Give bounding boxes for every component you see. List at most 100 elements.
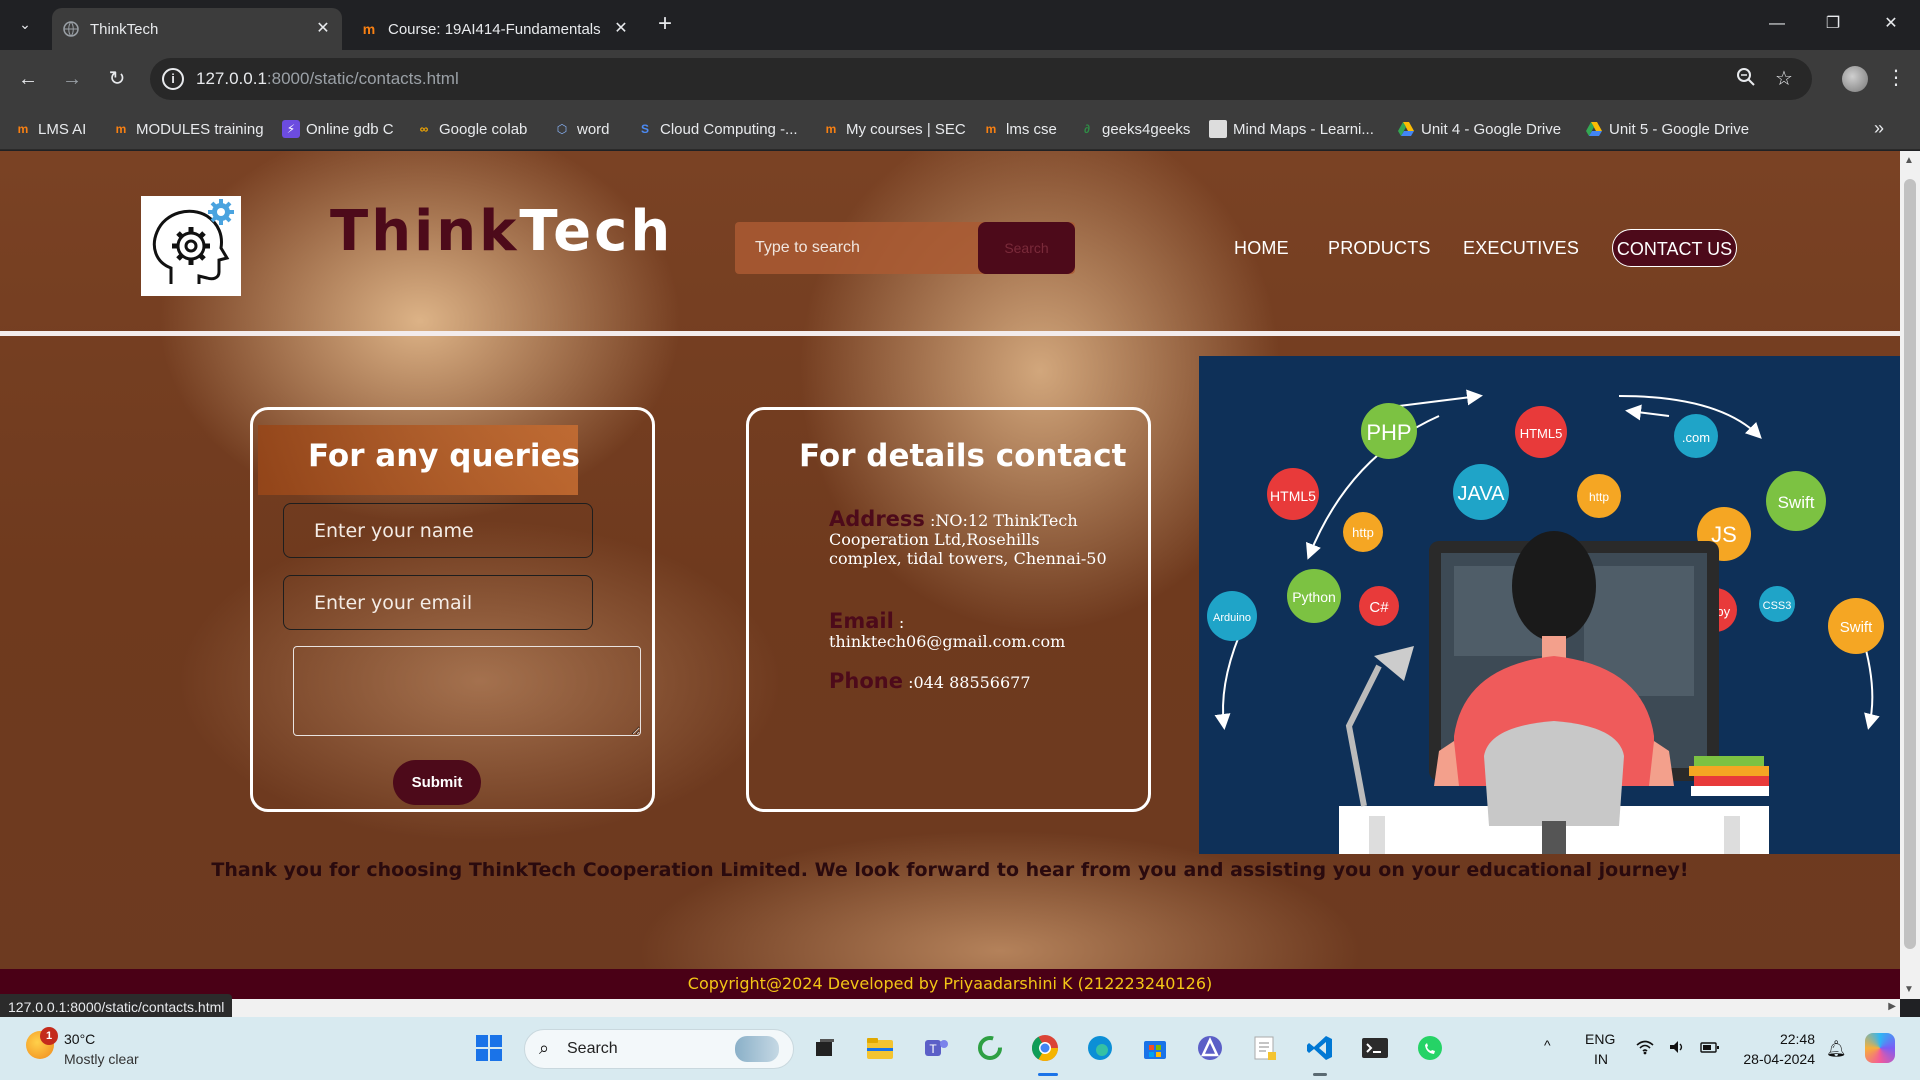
bookmark-my-courses[interactable]: m My courses | SEC xyxy=(822,118,966,140)
edge-icon[interactable] xyxy=(1083,1031,1117,1065)
name-field[interactable] xyxy=(283,503,593,558)
bookmark-lms-ai[interactable]: m LMS AI xyxy=(14,118,87,140)
language-code[interactable]: ENG xyxy=(1585,1031,1615,1047)
vertical-scrollbar[interactable]: ▲ ▼ xyxy=(1900,151,1920,999)
file-explorer-icon[interactable] xyxy=(863,1031,897,1065)
message-field[interactable] xyxy=(293,646,641,736)
tab-title: ThinkTech xyxy=(90,20,159,38)
bolt-icon: ⚡ xyxy=(282,120,300,138)
brand-title: ThinkTech xyxy=(330,199,674,264)
battery-icon[interactable] xyxy=(1700,1039,1720,1060)
weather-description[interactable]: Mostly clear xyxy=(64,1051,139,1067)
new-tab-icon[interactable]: + xyxy=(652,11,678,37)
browser-toolbar: ← → ↻ i 127.0.0.1:8000/static/contacts.h… xyxy=(0,50,1920,108)
tray-overflow-chevron-icon[interactable]: ^ xyxy=(1544,1037,1551,1053)
bookmark-word[interactable]: ⬡ word xyxy=(553,118,610,140)
restore-icon[interactable]: ❐ xyxy=(1818,10,1848,38)
wifi-icon[interactable] xyxy=(1636,1039,1654,1060)
nav-contact-us[interactable]: CONTACT US xyxy=(1612,229,1737,267)
header-divider xyxy=(0,331,1900,336)
bookmark-cloud[interactable]: S Cloud Computing -... xyxy=(636,118,798,140)
notification-bell-icon[interactable]: 🔔︎ xyxy=(1826,1039,1846,1059)
gfg-icon: ∂ xyxy=(1084,122,1090,136)
minimize-icon[interactable]: — xyxy=(1762,10,1792,38)
terminal-icon[interactable] xyxy=(1358,1031,1392,1065)
vscode-active-indicator xyxy=(1313,1073,1327,1076)
svg-text:T: T xyxy=(929,1042,937,1056)
address-bar[interactable]: i 127.0.0.1:8000/static/contacts.html ☆ xyxy=(150,58,1812,100)
moodle-icon: m xyxy=(362,21,376,37)
clock-time[interactable]: 22:48 xyxy=(1775,1031,1815,1047)
address-detail: Address :NO:12 ThinkTech Cooperation Ltd… xyxy=(829,507,1109,569)
phone-value: :044 88556677 xyxy=(908,673,1031,692)
more-bookmarks-icon[interactable]: » xyxy=(1874,118,1884,139)
tab-course[interactable]: m Course: 19AI414-Fundamentals ✕ xyxy=(350,8,640,50)
forward-arrow-icon[interactable]: → xyxy=(58,65,86,93)
search-highlight-art xyxy=(735,1036,779,1062)
reload-icon[interactable]: ↻ xyxy=(103,65,131,93)
app-icon-triangle[interactable] xyxy=(1193,1031,1227,1065)
moodle-icon: m xyxy=(17,122,29,136)
back-arrow-icon[interactable]: ← xyxy=(14,65,42,93)
bookmark-lms-cse[interactable]: m lms cse xyxy=(982,118,1057,140)
badge-csharp: C# xyxy=(1369,599,1389,616)
vscode-icon[interactable] xyxy=(1303,1031,1337,1065)
windows-start-icon[interactable] xyxy=(472,1031,506,1065)
volume-icon[interactable] xyxy=(1668,1039,1686,1060)
globe-icon xyxy=(62,20,80,38)
sync-app-icon[interactable] xyxy=(973,1031,1007,1065)
language-region[interactable]: IN xyxy=(1594,1051,1608,1067)
copilot-icon[interactable] xyxy=(1865,1033,1895,1063)
zoom-icon[interactable] xyxy=(1734,67,1758,91)
chrome-icon[interactable] xyxy=(1028,1031,1062,1065)
clock-date[interactable]: 28-04-2024 xyxy=(1738,1051,1815,1067)
email-field[interactable] xyxy=(283,575,593,630)
email-label: Email xyxy=(829,609,894,633)
bookmark-colab[interactable]: ∞ Google colab xyxy=(415,118,528,140)
notepad-icon[interactable] xyxy=(1248,1031,1282,1065)
scroll-up-arrow-icon[interactable]: ▲ xyxy=(1904,155,1914,166)
scroll-right-arrow-icon[interactable]: ▶ xyxy=(1888,1001,1896,1012)
teams-icon[interactable]: T xyxy=(918,1031,952,1065)
search-input[interactable] xyxy=(735,222,975,274)
menu-icon[interactable]: ⋮ xyxy=(1886,64,1906,92)
bookmark-modules[interactable]: m MODULES training xyxy=(112,118,264,140)
tab-search-icon[interactable]: ⌄ xyxy=(14,13,36,35)
word-icon: ⬡ xyxy=(556,122,568,136)
footer-copyright: Copyright@2024 Developed by Priyaadarshi… xyxy=(0,969,1900,999)
bookmark-gdb[interactable]: ⚡ Online gdb C xyxy=(282,118,394,140)
url-text[interactable]: 127.0.0.1:8000/static/contacts.html xyxy=(196,69,459,89)
submit-button[interactable]: Submit xyxy=(393,760,481,805)
bookmark-gfg[interactable]: ∂ geeks4geeks xyxy=(1078,118,1190,140)
search-button[interactable]: Search xyxy=(978,222,1075,274)
store-icon[interactable] xyxy=(1138,1031,1172,1065)
weather-temperature[interactable]: 30°C xyxy=(64,1031,95,1047)
scroll-down-arrow-icon[interactable]: ▼ xyxy=(1904,984,1914,995)
scroll-thumb[interactable] xyxy=(1904,179,1916,949)
bookmark-mindmaps[interactable]: Mind Maps - Learni... xyxy=(1209,118,1374,140)
details-card-title: For details contact xyxy=(799,438,1127,474)
details-card: For details contact Address :NO:12 Think… xyxy=(746,407,1151,812)
whatsapp-icon[interactable] xyxy=(1413,1031,1447,1065)
taskbar-search[interactable]: ⌕ Search xyxy=(524,1029,794,1069)
tab-thinktech[interactable]: ThinkTech ✕ xyxy=(52,8,342,50)
address-label: Address xyxy=(829,507,925,531)
task-view-icon[interactable] xyxy=(808,1031,842,1065)
bookmark-star-icon[interactable]: ☆ xyxy=(1772,66,1796,90)
horizontal-scrollbar[interactable]: ▶ xyxy=(0,999,1900,1017)
badge-http-2: http xyxy=(1589,490,1609,504)
close-tab-icon[interactable]: ✕ xyxy=(312,18,334,40)
close-tab-icon[interactable]: ✕ xyxy=(610,18,632,40)
nav-products[interactable]: PRODUCTS xyxy=(1328,238,1431,259)
site-info-icon[interactable]: i xyxy=(162,68,184,90)
profile-avatar[interactable] xyxy=(1842,66,1868,92)
badge-python: Python xyxy=(1292,589,1336,605)
query-card: For any queries Submit xyxy=(250,407,655,812)
bookmark-unit4[interactable]: Unit 4 - Google Drive xyxy=(1397,118,1561,140)
thank-you-message: Thank you for choosing ThinkTech Coopera… xyxy=(211,859,1689,881)
nav-executives[interactable]: EXECUTIVES xyxy=(1463,238,1579,259)
bookmark-unit5[interactable]: Unit 5 - Google Drive xyxy=(1585,118,1749,140)
nav-home[interactable]: HOME xyxy=(1234,238,1289,259)
close-window-icon[interactable]: ✕ xyxy=(1876,10,1906,38)
badge-html5-2: HTML5 xyxy=(1520,426,1563,441)
